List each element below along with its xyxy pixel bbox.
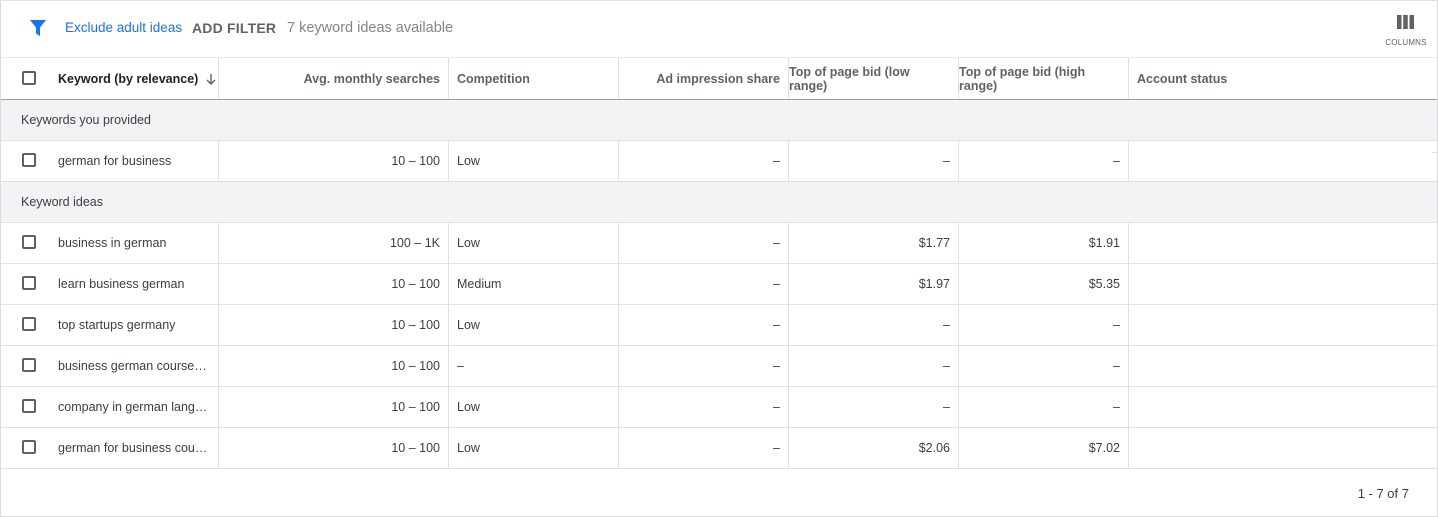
keyword-cell[interactable]: learn business german: [58, 277, 210, 291]
section-label: Keywords you provided: [21, 113, 151, 127]
section-keyword-ideas: Keyword ideas: [1, 182, 1437, 223]
bid-low-cell: $1.77: [788, 223, 958, 263]
avg-searches-cell: 10 – 100: [218, 305, 448, 345]
ad-impression-cell: –: [618, 428, 788, 468]
avg-searches-cell: 10 – 100: [218, 428, 448, 468]
keyword-cell[interactable]: company in german langua…: [58, 400, 210, 414]
avg-searches-cell: 10 – 100: [218, 141, 448, 181]
bid-high-cell: –: [958, 346, 1128, 386]
columns-label: COLUMNS: [1385, 38, 1427, 47]
columns-icon: [1397, 15, 1414, 29]
account-status-cell: [1128, 346, 1437, 386]
table-row[interactable]: business in german 100 – 1K Low – $1.77 …: [1, 223, 1437, 264]
ad-impression-cell: –: [618, 346, 788, 386]
header-competition[interactable]: Competition: [448, 58, 618, 99]
ad-impression-cell: –: [618, 305, 788, 345]
table-row[interactable]: german for business 10 – 100 Low – – –: [1, 141, 1437, 182]
bid-high-cell: $7.02: [958, 428, 1128, 468]
account-status-cell: [1128, 264, 1437, 304]
competition-cell: Low: [448, 223, 618, 263]
table-header-row: Keyword (by relevance) Avg. monthly sear…: [1, 57, 1437, 101]
avg-searches-cell: 100 – 1K: [218, 223, 448, 263]
bid-high-cell: –: [958, 305, 1128, 345]
account-status-cell: [1128, 387, 1437, 427]
keyword-cell[interactable]: business german course b…: [58, 359, 210, 373]
competition-cell: Medium: [448, 264, 618, 304]
bid-low-cell: –: [788, 305, 958, 345]
account-status-cell: [1128, 428, 1437, 468]
keyword-cell[interactable]: business in german: [58, 236, 210, 250]
bid-high-cell: –: [958, 141, 1128, 181]
account-status-cell: [1128, 305, 1437, 345]
exclude-adult-ideas-link[interactable]: Exclude adult ideas: [65, 20, 182, 35]
pagination-text: 1 - 7 of 7: [1357, 486, 1409, 501]
header-ad-impression-share[interactable]: Ad impression share: [618, 58, 788, 99]
keyword-cell[interactable]: top startups germany: [58, 318, 210, 332]
bid-low-cell: $2.06: [788, 428, 958, 468]
bid-low-cell: –: [788, 141, 958, 181]
competition-cell: –: [448, 346, 618, 386]
avg-searches-cell: 10 – 100: [218, 387, 448, 427]
ad-impression-cell: –: [618, 141, 788, 181]
bid-high-cell: $1.91: [958, 223, 1128, 263]
filter-icon[interactable]: [29, 19, 47, 37]
avg-searches-cell: 10 – 100: [218, 264, 448, 304]
bid-low-cell: –: [788, 387, 958, 427]
bid-high-cell: $5.35: [958, 264, 1128, 304]
keyword-cell[interactable]: german for business course: [58, 441, 210, 455]
account-status-cell: [1128, 141, 1437, 181]
competition-cell: Low: [448, 141, 618, 181]
keyword-cell[interactable]: german for business: [58, 154, 210, 168]
add-filter-button[interactable]: ADD FILTER: [192, 20, 276, 36]
avg-searches-cell: 10 – 100: [218, 346, 448, 386]
bid-low-cell: $1.97: [788, 264, 958, 304]
select-all-checkbox[interactable]: [22, 71, 36, 85]
ad-impression-cell: –: [618, 223, 788, 263]
header-bid-low[interactable]: Top of page bid (low range): [788, 58, 958, 99]
table-row[interactable]: top startups germany 10 – 100 Low – – –: [1, 305, 1437, 346]
table-row[interactable]: business german course b… 10 – 100 – – –…: [1, 346, 1437, 387]
ad-impression-cell: –: [618, 387, 788, 427]
header-bid-high[interactable]: Top of page bid (high range): [958, 58, 1128, 99]
scroll-edge-divider: [1432, 152, 1438, 153]
ad-impression-cell: –: [618, 264, 788, 304]
table-row[interactable]: company in german langua… 10 – 100 Low –…: [1, 387, 1437, 428]
bid-low-cell: –: [788, 346, 958, 386]
header-keyword[interactable]: Keyword (by relevance): [58, 58, 218, 99]
row-checkbox[interactable]: [22, 358, 36, 372]
columns-button[interactable]: COLUMNS: [1381, 13, 1431, 51]
competition-cell: Low: [448, 305, 618, 345]
account-status-cell: [1128, 223, 1437, 263]
bid-high-cell: –: [958, 387, 1128, 427]
ideas-count-text: 7 keyword ideas available: [287, 20, 454, 36]
row-checkbox[interactable]: [22, 440, 36, 454]
row-checkbox[interactable]: [22, 153, 36, 167]
header-keyword-label: Keyword (by relevance): [58, 71, 199, 86]
row-checkbox[interactable]: [22, 399, 36, 413]
row-checkbox[interactable]: [22, 235, 36, 249]
arrow-down-icon[interactable]: [205, 73, 217, 85]
row-checkbox[interactable]: [22, 317, 36, 331]
filter-toolbar: Exclude adult ideas ADD FILTER 7 keyword…: [1, 1, 1437, 57]
section-label: Keyword ideas: [21, 195, 103, 209]
row-checkbox[interactable]: [22, 276, 36, 290]
table-row[interactable]: learn business german 10 – 100 Medium – …: [1, 264, 1437, 305]
keyword-ideas-panel: Exclude adult ideas ADD FILTER 7 keyword…: [0, 0, 1438, 517]
header-account-status[interactable]: Account status: [1128, 58, 1437, 99]
competition-cell: Low: [448, 387, 618, 427]
header-avg-searches[interactable]: Avg. monthly searches: [218, 58, 448, 99]
section-keywords-provided: Keywords you provided: [1, 100, 1437, 141]
competition-cell: Low: [448, 428, 618, 468]
table-row[interactable]: german for business course 10 – 100 Low …: [1, 428, 1437, 469]
